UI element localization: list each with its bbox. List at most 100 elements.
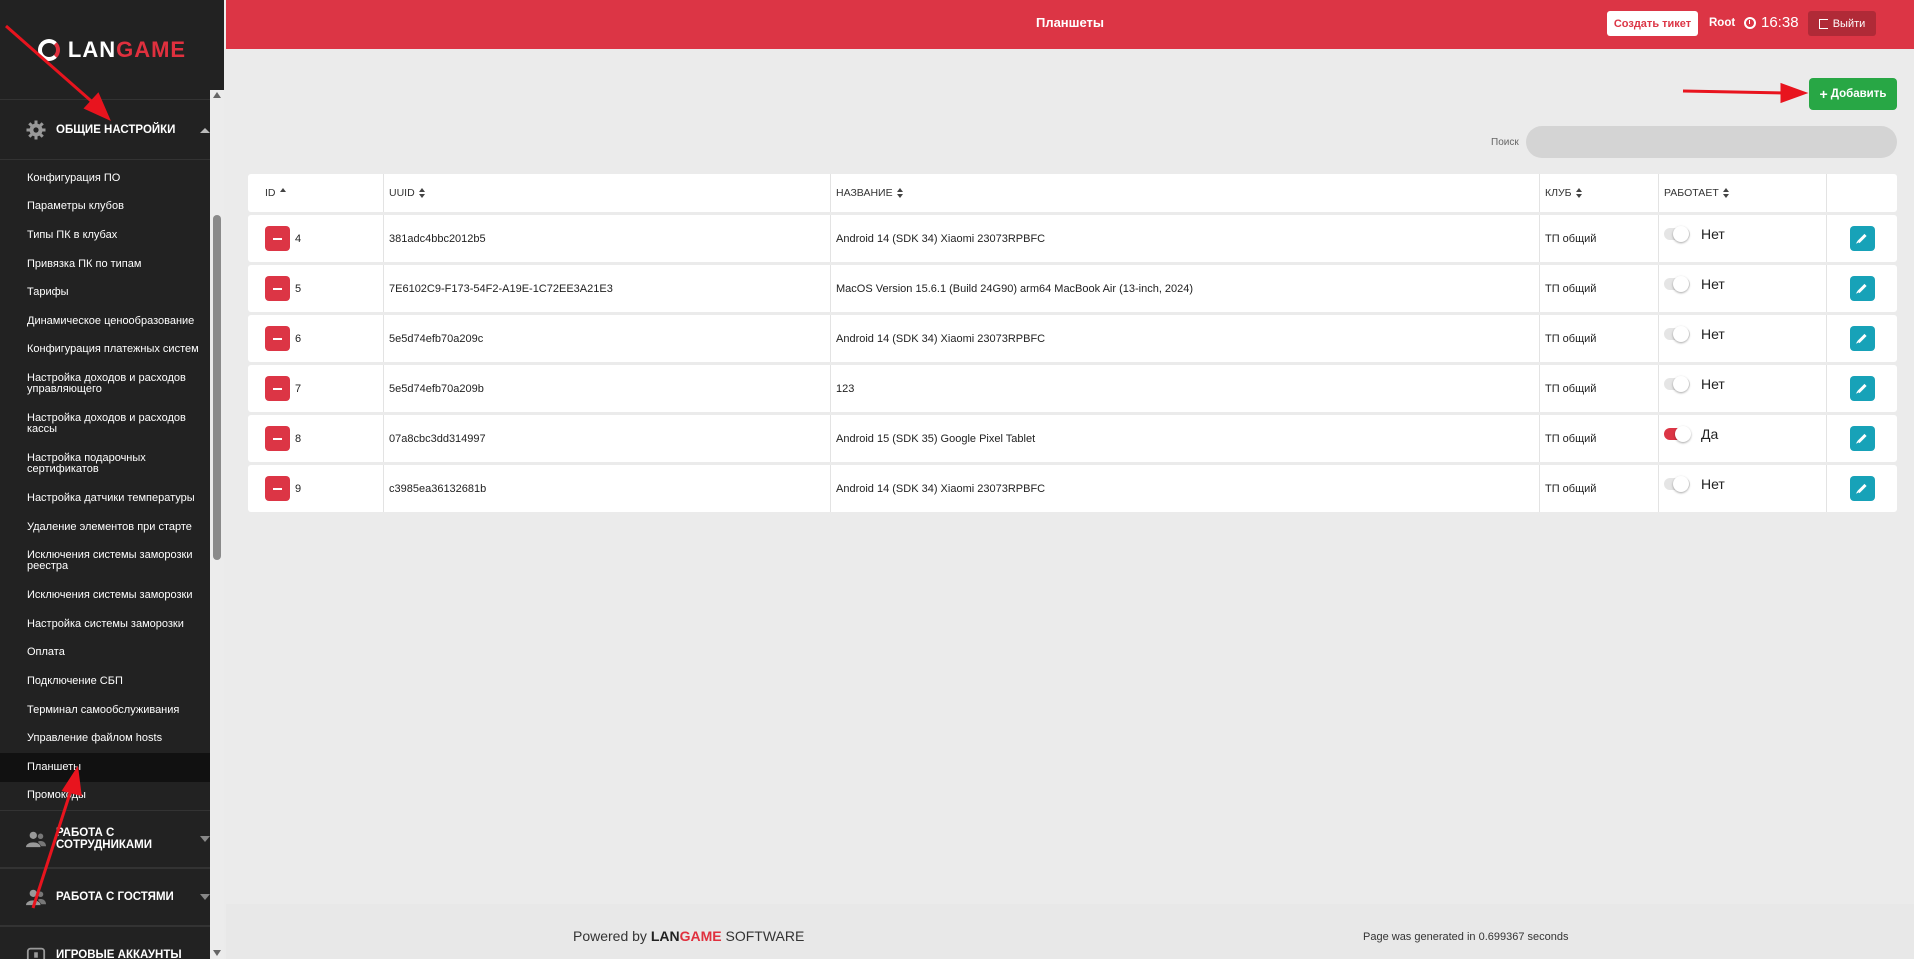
works-toggle[interactable]	[1664, 326, 1690, 342]
works-toggle[interactable]	[1664, 276, 1690, 292]
sidebar-item-pc-binding[interactable]: Привязка ПК по типам	[0, 250, 224, 279]
sidebar-item-software-config[interactable]: Конфигурация ПО	[0, 164, 224, 193]
row-uuid: c3985ea36132681b	[384, 465, 831, 512]
sidebar-item-gift-certificates[interactable]: Настройка подарочных сертификатов	[0, 444, 224, 484]
gamepad-icon	[26, 947, 46, 959]
logo-text: LANGAME	[67, 36, 187, 62]
row-uuid: 5e5d74efb70a209b	[384, 365, 831, 412]
sidebar-item-hosts[interactable]: Управление файлом hosts	[0, 724, 224, 753]
minus-icon	[273, 487, 282, 490]
people-icon	[26, 889, 46, 906]
section-staff[interactable]: РАБОТА С СОТРУДНИКАМИ	[0, 810, 224, 869]
row-club: ТП общий	[1540, 265, 1659, 312]
edit-button[interactable]	[1849, 276, 1875, 301]
sidebar-item-tariffs[interactable]: Тарифы	[0, 278, 224, 307]
scroll-up-icon[interactable]	[213, 92, 221, 98]
edit-button[interactable]	[1849, 476, 1875, 501]
clock: 16:38	[1744, 14, 1799, 31]
column-header-club[interactable]: КЛУБ	[1540, 174, 1659, 212]
delete-button[interactable]	[265, 276, 290, 301]
row-id: 6	[295, 332, 302, 345]
sidebar-scrollbar[interactable]	[210, 90, 224, 959]
section-general-settings[interactable]: ОБЩИЕ НАСТРОЙКИ	[0, 100, 224, 160]
row-uuid: 5e5d74efb70a209c	[384, 315, 831, 362]
table-row: 6 5e5d74efb70a209c Android 14 (SDK 34) X…	[248, 315, 1897, 362]
section-label: РАБОТА С СОТРУДНИКАМИ	[56, 827, 153, 852]
create-ticket-button[interactable]: Создать тикет	[1607, 11, 1698, 36]
delete-button[interactable]	[265, 376, 290, 401]
table-row: 5 7E6102C9-F173-54F2-A19E-1C72EE3A21E3 M…	[248, 265, 1897, 312]
table-row: 7 5e5d74efb70a209b 123 ТП общий Нет	[248, 365, 1897, 412]
column-header-name[interactable]: НАЗВАНИЕ	[831, 174, 1540, 212]
row-club: ТП общий	[1540, 365, 1659, 412]
sidebar: LANGAME ОБЩИЕ НАСТРОЙКИ Конфигурация ПО …	[0, 0, 224, 959]
user-name[interactable]: Root	[1709, 17, 1735, 29]
plus-icon: +	[1819, 86, 1828, 102]
sort-asc-icon	[279, 188, 287, 198]
row-id: 4	[295, 232, 302, 245]
sidebar-item-temperature[interactable]: Настройка датчики температуры	[0, 484, 224, 513]
sidebar-item-payment[interactable]: Оплата	[0, 639, 224, 668]
top-header: Планшеты Создать тикет Root 16:38 Выйти	[226, 0, 1914, 49]
delete-button[interactable]	[265, 226, 290, 251]
gear-icon	[26, 120, 46, 139]
add-tablet-button[interactable]: + Добавить	[1809, 78, 1897, 110]
clock-time: 16:38	[1761, 14, 1799, 31]
sidebar-item-dynamic-pricing[interactable]: Динамическое ценообразование	[0, 307, 224, 336]
column-header-works[interactable]: РАБОТАЕТ	[1659, 174, 1827, 212]
works-label: Нет	[1701, 326, 1725, 342]
row-name: Android 14 (SDK 34) Xiaomi 23073RPBFC	[831, 465, 1540, 512]
sidebar-item-club-params[interactable]: Параметры клубов	[0, 193, 224, 222]
works-label: Да	[1701, 426, 1719, 442]
edit-button[interactable]	[1849, 376, 1875, 401]
works-label: Нет	[1701, 226, 1725, 242]
row-id: 8	[295, 432, 302, 445]
row-uuid: 7E6102C9-F173-54F2-A19E-1C72EE3A21E3	[384, 265, 831, 312]
minus-icon	[273, 337, 282, 340]
scrollbar-thumb[interactable]	[213, 215, 221, 560]
sidebar-item-freeze-settings[interactable]: Настройка системы заморозки	[0, 610, 224, 639]
sidebar-item-freeze-registry-exceptions[interactable]: Исключения системы заморозки реестра	[0, 541, 224, 581]
delete-button[interactable]	[265, 476, 290, 501]
sidebar-item-payment-config[interactable]: Конфигурация платежных систем	[0, 336, 224, 365]
row-name: Android 14 (SDK 34) Xiaomi 23073RPBFC	[831, 215, 1540, 262]
table-row: 4 381adc4bbc2012b5 Android 14 (SDK 34) X…	[248, 215, 1897, 262]
sort-icon	[896, 188, 904, 198]
logout-button[interactable]: Выйти	[1808, 11, 1876, 36]
settings-menu: Конфигурация ПО Параметры клубов Типы ПК…	[0, 160, 224, 810]
row-club: ТП общий	[1540, 215, 1659, 262]
sidebar-item-sbp[interactable]: Подключение СБП	[0, 667, 224, 696]
works-toggle[interactable]	[1664, 376, 1690, 392]
footer: Powered by LANGAME SOFTWARE Page was gen…	[226, 904, 1914, 959]
table-header: ID UUID НАЗВАНИЕ КЛУБ РАБОТАЕТ	[248, 174, 1897, 212]
sidebar-item-manager-finance[interactable]: Настройка доходов и расходов управляющег…	[0, 364, 224, 404]
scroll-down-icon[interactable]	[213, 950, 221, 956]
sidebar-item-tablets[interactable]: Планшеты	[0, 752, 224, 782]
column-header-uuid[interactable]: UUID	[384, 174, 831, 212]
row-name: 123	[831, 365, 1540, 412]
edit-button[interactable]	[1849, 326, 1875, 351]
search-input[interactable]	[1526, 126, 1897, 158]
sidebar-item-freeze-exceptions[interactable]: Исключения системы заморозки	[0, 581, 224, 610]
pencil-icon	[1857, 483, 1867, 494]
delete-button[interactable]	[265, 326, 290, 351]
minus-icon	[273, 237, 282, 240]
column-header-id[interactable]: ID	[248, 174, 384, 212]
works-toggle[interactable]	[1664, 476, 1690, 492]
logo[interactable]: LANGAME	[0, 0, 224, 100]
minus-icon	[273, 287, 282, 290]
section-guests[interactable]: РАБОТА С ГОСТЯМИ	[0, 868, 224, 927]
sidebar-item-promocodes[interactable]: Промокоды	[0, 782, 224, 811]
edit-button[interactable]	[1849, 226, 1875, 251]
works-toggle[interactable]	[1664, 426, 1691, 442]
row-club: ТП общий	[1540, 415, 1659, 462]
edit-button[interactable]	[1849, 426, 1875, 451]
sidebar-item-kiosk[interactable]: Терминал самообслуживания	[0, 696, 224, 725]
section-game-accounts[interactable]: ИГРОВЫЕ АККАУНТЫ	[0, 926, 224, 959]
sidebar-item-pc-types[interactable]: Типы ПК в клубах	[0, 221, 224, 250]
minus-icon	[273, 437, 282, 440]
sidebar-item-startup-removal[interactable]: Удаление элементов при старте	[0, 513, 224, 542]
sidebar-item-cashbox-finance[interactable]: Настройка доходов и расходов кассы	[0, 404, 224, 444]
works-toggle[interactable]	[1664, 226, 1690, 242]
delete-button[interactable]	[265, 426, 290, 451]
